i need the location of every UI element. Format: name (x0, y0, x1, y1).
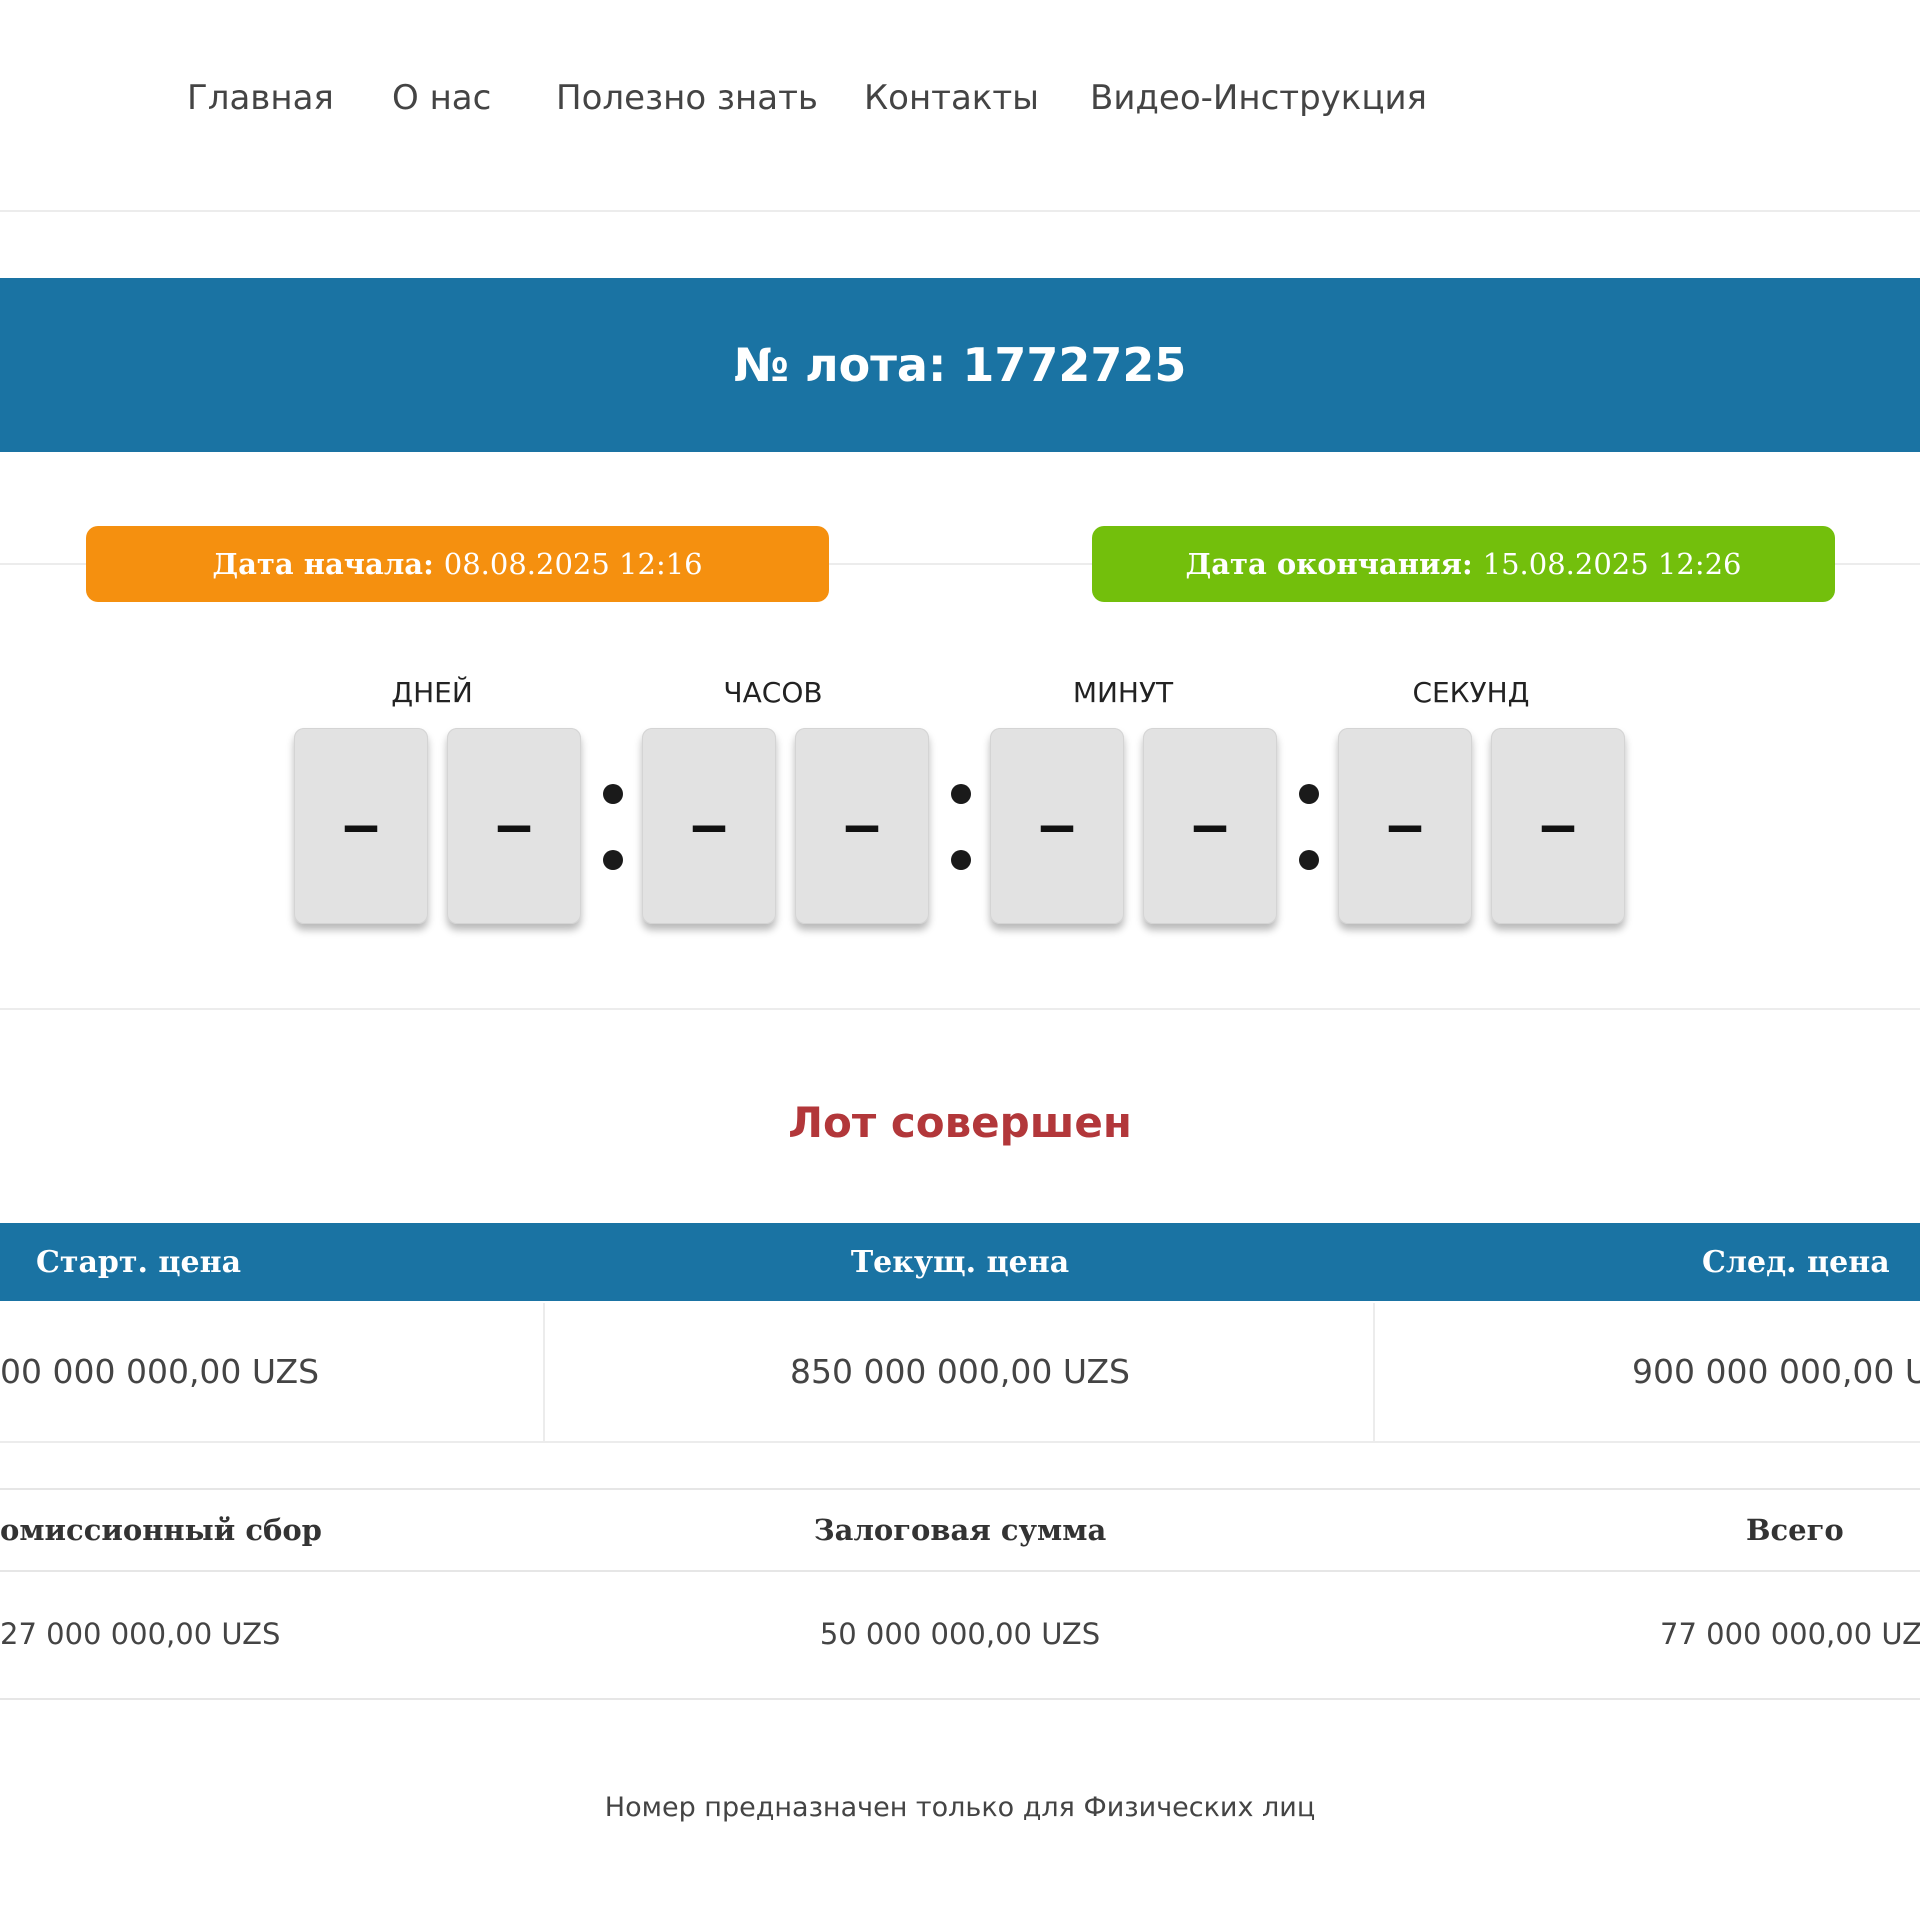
colon-dot (603, 850, 623, 870)
fees-table-row: 27 000 000,00 UZS 50 000 000,00 UZS 77 0… (0, 1570, 1920, 1700)
countdown-label-seconds: СЕКУНД (1412, 676, 1530, 709)
header-deposit-amount: Залоговая сумма (813, 1513, 1107, 1547)
column-divider (1373, 1303, 1375, 1441)
deposit-amount-value: 50 000 000,00 UZS (819, 1617, 1101, 1651)
countdown-label-hours: ЧАСОВ (723, 676, 823, 709)
nav-link-home[interactable]: Главная (187, 78, 334, 118)
lot-number-banner: № лота: 1772725 (0, 278, 1920, 452)
nav-link-contacts[interactable]: Контакты (864, 78, 1039, 118)
digit-value: – (845, 794, 879, 857)
countdown-digit-hours-1: – (642, 728, 776, 924)
countdown-digit-days-2: – (447, 728, 581, 924)
end-date-value: 15.08.2025 12:26 (1482, 547, 1742, 581)
end-date-label: Дата окончания: (1185, 547, 1473, 581)
colon-dot (951, 850, 971, 870)
header-total: Всего (1746, 1513, 1844, 1547)
digit-value: – (497, 794, 531, 857)
header-current-price: Текущ. цена (850, 1244, 1070, 1280)
individuals-only-note: Номер предназначен только для Физических… (604, 1792, 1316, 1823)
digit-value: – (1040, 794, 1074, 857)
lot-number-title: № лота: 1772725 (733, 338, 1187, 392)
top-navigation: Главная О нас Полезно знать Контакты Вид… (0, 0, 1920, 212)
colon-dot (1299, 784, 1319, 804)
next-price-value: 900 000 000,00 UZ (1632, 1351, 1920, 1391)
digit-value: – (692, 794, 726, 857)
total-value: 77 000 000,00 UZS (1660, 1617, 1920, 1651)
countdown-digit-minutes-2: – (1143, 728, 1277, 924)
countdown-digit-seconds-2: – (1491, 728, 1625, 924)
digit-value: – (1193, 794, 1227, 857)
end-date-badge: Дата окончания: 15.08.2025 12:26 (1092, 526, 1835, 602)
countdown-label-minutes: МИНУТ (1072, 676, 1174, 709)
fees-table-header: омиссионный сбор Залоговая сумма Всего (0, 1488, 1920, 1572)
nav-link-about[interactable]: О нас (392, 78, 491, 118)
start-date-badge: Дата начала: 08.08.2025 12:16 (86, 526, 829, 602)
lot-status: Лот совершен (788, 1098, 1132, 1147)
price-table-row: 00 000 000,00 UZS 850 000 000,00 UZS 900… (0, 1301, 1920, 1443)
countdown-digit-seconds-1: – (1338, 728, 1472, 924)
column-divider (543, 1303, 545, 1441)
colon-dot (603, 784, 623, 804)
digit-value: – (344, 794, 378, 857)
countdown-label-days: ДНЕЙ (391, 676, 473, 709)
nav-link-video-instructions[interactable]: Видео-Инструкция (1090, 78, 1427, 118)
countdown-digit-hours-2: – (795, 728, 929, 924)
price-table-header: Старт. цена Текущ. цена След. цена (0, 1223, 1920, 1301)
start-date-label: Дата начала: (212, 547, 434, 581)
digit-value: – (1541, 794, 1575, 857)
colon-dot (1299, 850, 1319, 870)
digit-value: – (1388, 794, 1422, 857)
start-date-value: 08.08.2025 12:16 (443, 547, 703, 581)
header-next-price: След. цена (1702, 1244, 1890, 1280)
countdown-digit-minutes-1: – (990, 728, 1124, 924)
colon-dot (951, 784, 971, 804)
section-divider (0, 1008, 1920, 1010)
countdown-digit-days-1: – (294, 728, 428, 924)
nav-link-useful-info[interactable]: Полезно знать (556, 78, 818, 118)
